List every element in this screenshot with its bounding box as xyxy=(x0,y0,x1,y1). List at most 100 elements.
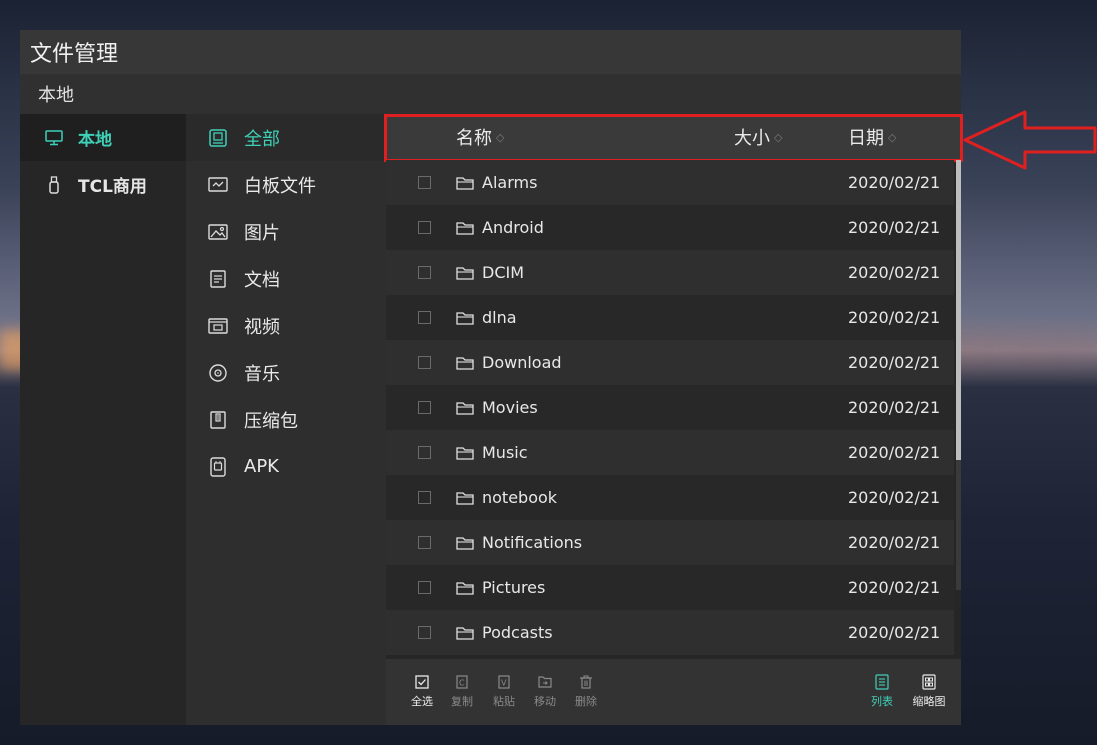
thumbnail-view-button[interactable]: 缩略图 xyxy=(909,674,949,709)
category-label: 文档 xyxy=(244,269,280,291)
file-name: Android xyxy=(482,218,544,237)
select-all-button[interactable]: 全选 xyxy=(402,675,442,709)
file-date: 2020/02/21 xyxy=(848,263,941,282)
folder-icon xyxy=(456,446,474,460)
file-rows: Alarms 2020/02/21 Android 2020/02/21 DCIM 2… xyxy=(386,160,954,655)
category-panel: 全部 白板文件 图片 文档 视频 音乐 压缩包 APK xyxy=(186,114,386,725)
row-checkbox[interactable] xyxy=(418,581,431,594)
svg-text:V: V xyxy=(501,679,507,688)
move-button[interactable]: 移动 xyxy=(525,675,565,709)
folder-icon xyxy=(456,581,474,595)
file-row[interactable]: notebook 2020/02/21 xyxy=(386,475,954,520)
file-row[interactable]: Movies 2020/02/21 xyxy=(386,385,954,430)
bottom-toolbar: 全选 C 复制 V 粘贴 移动 删除 列表 缩略图 xyxy=(386,659,961,725)
category-music[interactable]: 音乐 xyxy=(186,349,386,396)
location-tcl[interactable]: TCL商用 xyxy=(20,161,186,208)
location-panel: 本地 TCL商用 xyxy=(20,114,186,725)
row-checkbox[interactable] xyxy=(418,491,431,504)
music-icon xyxy=(208,363,228,383)
file-row[interactable]: dlna 2020/02/21 xyxy=(386,295,954,340)
category-archives[interactable]: 压缩包 xyxy=(186,396,386,443)
column-size-label: 大小 xyxy=(734,128,770,149)
file-date: 2020/02/21 xyxy=(848,173,941,192)
location-local[interactable]: 本地 xyxy=(20,114,186,161)
folder-icon xyxy=(456,221,474,235)
sort-by-name[interactable]: 名称 ◇ xyxy=(456,114,504,160)
row-checkbox[interactable] xyxy=(418,446,431,459)
paste-label: 粘贴 xyxy=(493,695,515,708)
file-row[interactable]: Download 2020/02/21 xyxy=(386,340,954,385)
file-name: Download xyxy=(482,353,562,372)
sort-arrows-icon: ◇ xyxy=(774,130,783,144)
category-label: 压缩包 xyxy=(244,410,298,432)
row-checkbox[interactable] xyxy=(418,356,431,369)
file-manager-window: 文件管理 本地 本地 TCL商用 全部 白板文件 图片 文档 视频 音乐 压缩包… xyxy=(20,30,963,725)
list-view-label: 列表 xyxy=(871,695,893,708)
file-date: 2020/02/21 xyxy=(848,218,941,237)
list-scrollbar[interactable] xyxy=(956,160,961,590)
sort-by-date[interactable]: 日期 ◇ xyxy=(848,114,896,160)
category-label: 图片 xyxy=(244,222,280,244)
file-row[interactable]: Podcasts 2020/02/21 xyxy=(386,610,954,655)
category-videos[interactable]: 视频 xyxy=(186,302,386,349)
list-view-button[interactable]: 列表 xyxy=(862,674,902,709)
location-label: TCL商用 xyxy=(78,177,147,197)
copy-label: 复制 xyxy=(451,695,473,708)
file-date: 2020/02/21 xyxy=(848,443,941,462)
row-checkbox[interactable] xyxy=(418,401,431,414)
list-header: 名称 ◇ 大小 ◇ 日期 ◇ xyxy=(384,114,963,162)
file-date: 2020/02/21 xyxy=(848,488,941,507)
folder-icon xyxy=(456,536,474,550)
folder-icon xyxy=(456,626,474,640)
row-checkbox[interactable] xyxy=(418,176,431,189)
row-checkbox[interactable] xyxy=(418,536,431,549)
folder-icon xyxy=(456,401,474,415)
row-checkbox[interactable] xyxy=(418,626,431,639)
row-checkbox[interactable] xyxy=(418,311,431,324)
thumbnail-view-label: 缩略图 xyxy=(912,695,946,708)
file-row[interactable]: Notifications 2020/02/21 xyxy=(386,520,954,565)
column-name-label: 名称 xyxy=(456,128,492,149)
file-name: Pictures xyxy=(482,578,546,597)
trash-icon xyxy=(579,675,593,689)
file-row[interactable]: Alarms 2020/02/21 xyxy=(386,160,954,205)
category-label: APK xyxy=(244,456,279,477)
file-date: 2020/02/21 xyxy=(848,353,941,372)
file-date: 2020/02/21 xyxy=(848,578,941,597)
apk-icon xyxy=(208,456,228,477)
row-checkbox[interactable] xyxy=(418,266,431,279)
category-apk[interactable]: APK xyxy=(186,443,386,490)
column-date-label: 日期 xyxy=(848,128,884,149)
delete-button[interactable]: 删除 xyxy=(566,675,606,709)
file-row[interactable]: DCIM 2020/02/21 xyxy=(386,250,954,295)
row-checkbox[interactable] xyxy=(418,221,431,234)
file-row[interactable]: Music 2020/02/21 xyxy=(386,430,954,475)
category-label: 白板文件 xyxy=(244,175,316,197)
file-row[interactable]: Pictures 2020/02/21 xyxy=(386,565,954,610)
move-label: 移动 xyxy=(534,695,556,708)
file-date: 2020/02/21 xyxy=(848,533,941,552)
sort-arrows-icon: ◇ xyxy=(496,130,505,144)
file-name: Music xyxy=(482,443,528,462)
copy-button[interactable]: C 复制 xyxy=(442,675,482,709)
file-row[interactable]: Android 2020/02/21 xyxy=(386,205,954,250)
all-files-icon xyxy=(208,128,228,148)
folder-icon xyxy=(456,176,474,190)
paste-button[interactable]: V 粘贴 xyxy=(484,675,524,709)
breadcrumb: 本地 xyxy=(20,74,961,114)
scrollbar-thumb[interactable] xyxy=(956,160,961,460)
select-all-label: 全选 xyxy=(411,695,433,708)
category-documents[interactable]: 文档 xyxy=(186,255,386,302)
folder-icon xyxy=(456,356,474,370)
category-images[interactable]: 图片 xyxy=(186,208,386,255)
grid-view-icon xyxy=(922,674,936,690)
file-name: Movies xyxy=(482,398,538,417)
list-view-icon xyxy=(875,674,889,690)
annotation-arrow-icon xyxy=(963,108,1097,176)
sort-by-size[interactable]: 大小 ◇ xyxy=(734,114,782,160)
category-all[interactable]: 全部 xyxy=(186,114,386,161)
file-name: DCIM xyxy=(482,263,525,282)
svg-text:C: C xyxy=(459,679,465,688)
sort-arrows-icon: ◇ xyxy=(888,130,897,144)
category-whiteboard[interactable]: 白板文件 xyxy=(186,161,386,208)
